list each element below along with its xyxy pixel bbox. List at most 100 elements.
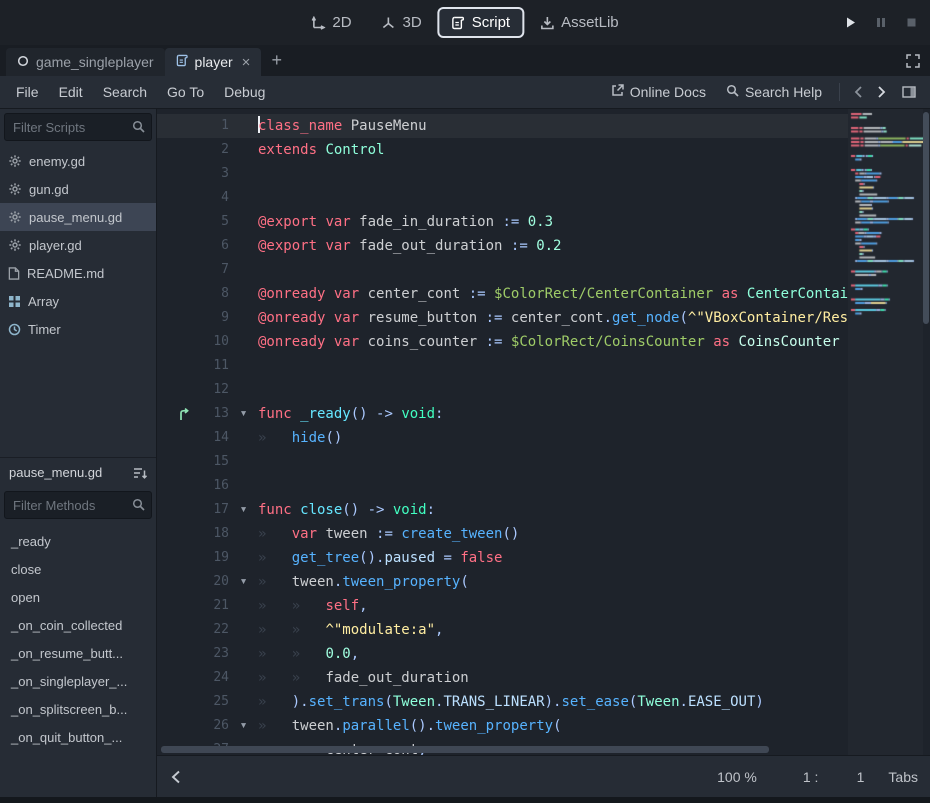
zoom-level[interactable]: 100 %	[717, 769, 757, 785]
method-list-item[interactable]: _on_singleplayer_...	[0, 667, 156, 695]
script-list-item[interactable]: pause_menu.gd	[0, 203, 156, 231]
code-line[interactable]: 13▾func _ready() -> void:	[157, 402, 848, 426]
script-list-item[interactable]: enemy.gd	[0, 147, 156, 175]
sort-methods-icon[interactable]	[130, 465, 150, 481]
code-line[interactable]: 11	[157, 354, 848, 378]
code-line[interactable]: 1class_name PauseMenu	[157, 114, 848, 138]
panel-layout-icon[interactable]	[894, 82, 924, 102]
scene-tab-player[interactable]: player ×	[165, 48, 262, 76]
close-icon[interactable]: ×	[240, 55, 251, 70]
search-help-button[interactable]: Search Help	[717, 80, 831, 104]
line-number: 17	[193, 498, 229, 522]
pause-button[interactable]	[871, 12, 891, 33]
code-text: extends Control	[258, 138, 848, 162]
scene-tab-bar: game_singleplayer player × +	[0, 45, 930, 76]
line-number: 12	[193, 378, 229, 402]
workspace-2d-button[interactable]: 2D	[299, 9, 363, 36]
workspace-assetlib-button[interactable]: AssetLib	[528, 9, 631, 36]
line-number: 13	[193, 402, 229, 426]
code-line[interactable]: 16	[157, 474, 848, 498]
line-number: 7	[193, 258, 229, 282]
method-list-item[interactable]: close	[0, 555, 156, 583]
code-line[interactable]: 12	[157, 378, 848, 402]
script-list-item[interactable]: Timer	[0, 315, 156, 343]
code-line[interactable]: 3	[157, 162, 848, 186]
history-forward-icon[interactable]	[871, 82, 892, 102]
script-list-item[interactable]: gun.gd	[0, 175, 156, 203]
vertical-scrollbar[interactable]	[923, 112, 929, 324]
workspace-3d-button[interactable]: 3D	[370, 9, 434, 36]
code-line[interactable]: 6@export var fade_out_duration := 0.2	[157, 234, 848, 258]
online-docs-button[interactable]: Online Docs	[602, 80, 715, 104]
method-list-item[interactable]: _on_splitscreen_b...	[0, 695, 156, 723]
workspace-script-button[interactable]: Script	[440, 9, 522, 36]
filter-scripts-input[interactable]	[4, 113, 152, 141]
menu-search[interactable]: Search	[93, 76, 157, 108]
code-line[interactable]: 19» get_tree().paused = false	[157, 546, 848, 570]
code-line[interactable]: 8@onready var center_cont := $ColorRect/…	[157, 282, 848, 306]
code-line[interactable]: 2extends Control	[157, 138, 848, 162]
code-line[interactable]: 14» hide()	[157, 426, 848, 450]
code-line[interactable]: 18 » var tween := create_tween()	[157, 522, 848, 546]
code-text: » hide()	[258, 426, 848, 450]
line-number: 25	[193, 690, 229, 714]
line-number: 10	[193, 330, 229, 354]
fold-arrow-icon[interactable]: ▾	[229, 570, 258, 594]
gutter: 14	[157, 426, 258, 450]
code-text: » var tween := create_tween()	[258, 522, 848, 546]
scene-tab-game-singleplayer[interactable]: game_singleplayer	[6, 48, 165, 76]
code-line[interactable]: 24» » fade_out_duration	[157, 666, 848, 690]
menu-items: FileEditSearchGo ToDebug	[6, 76, 275, 108]
line-number: 24	[193, 666, 229, 690]
playtest-controls	[840, 12, 922, 33]
horizontal-scrollbar[interactable]	[161, 746, 769, 753]
menu-debug[interactable]: Debug	[214, 76, 275, 108]
method-list-item[interactable]: _on_quit_button_...	[0, 723, 156, 751]
script-list-item[interactable]: README.md	[0, 259, 156, 287]
method-list-item[interactable]: _on_coin_collected	[0, 611, 156, 639]
indent-type[interactable]: Tabs	[888, 769, 918, 785]
code-line[interactable]: 15	[157, 450, 848, 474]
menu-file[interactable]: File	[6, 76, 49, 108]
script-list-item[interactable]: Array	[0, 287, 156, 315]
code-line[interactable]: 7	[157, 258, 848, 282]
gutter: 21	[157, 594, 258, 618]
fold-arrow-icon[interactable]: ▾	[229, 714, 258, 738]
gutter: 26▾	[157, 714, 258, 738]
code-text: » ).set_trans(Tween.TRANS_LINEAR).set_ea…	[258, 690, 848, 714]
menu-edit[interactable]: Edit	[49, 76, 93, 108]
script-list-item[interactable]: player.gd	[0, 231, 156, 259]
code-line[interactable]: 22» » ^"modulate:a",	[157, 618, 848, 642]
code-line[interactable]: 4	[157, 186, 848, 210]
history-back-icon[interactable]	[848, 82, 869, 102]
bottom-panel-edge	[0, 797, 930, 803]
code-editor[interactable]: 1class_name PauseMenu2extends Control345…	[157, 109, 930, 755]
code-line[interactable]: 17▾func close() -> void:	[157, 498, 848, 522]
play-button[interactable]	[840, 12, 861, 33]
method-list-item[interactable]: _ready	[0, 527, 156, 555]
gutter: 19	[157, 546, 258, 570]
fold-arrow-icon[interactable]: ▾	[229, 498, 258, 522]
code-line[interactable]: 25 » ).set_trans(Tween.TRANS_LINEAR).set_…	[157, 690, 848, 714]
minimap[interactable]	[848, 109, 923, 755]
stop-button[interactable]	[901, 12, 922, 33]
code-text: » tween.tween_property(	[258, 570, 848, 594]
line-number: 18	[193, 522, 229, 546]
go-back-icon[interactable]	[167, 766, 185, 788]
fold-arrow-icon[interactable]: ▾	[229, 402, 258, 426]
scripts-panel: enemy.gdgun.gdpause_menu.gdplayer.gdREAD…	[0, 109, 157, 797]
method-list-item[interactable]: _on_resume_butt...	[0, 639, 156, 667]
code-line[interactable]: 23» » 0.0,	[157, 642, 848, 666]
menu-go-to[interactable]: Go To	[157, 76, 214, 108]
filter-methods-input[interactable]	[4, 491, 152, 519]
expand-editor-icon[interactable]	[896, 45, 930, 76]
code-line[interactable]: 10@onready var coins_counter := $ColorRe…	[157, 330, 848, 354]
code-line[interactable]: 26▾» tween.parallel().tween_property(	[157, 714, 848, 738]
method-list-item[interactable]: open	[0, 583, 156, 611]
current-script-header: pause_menu.gd	[0, 457, 156, 487]
code-line[interactable]: 9@onready var resume_button := center_co…	[157, 306, 848, 330]
code-line[interactable]: 5@export var fade_in_duration := 0.3	[157, 210, 848, 234]
code-line[interactable]: 20▾» tween.tween_property(	[157, 570, 848, 594]
code-line[interactable]: 21» » self,	[157, 594, 848, 618]
add-scene-tab-button[interactable]: +	[261, 45, 292, 76]
